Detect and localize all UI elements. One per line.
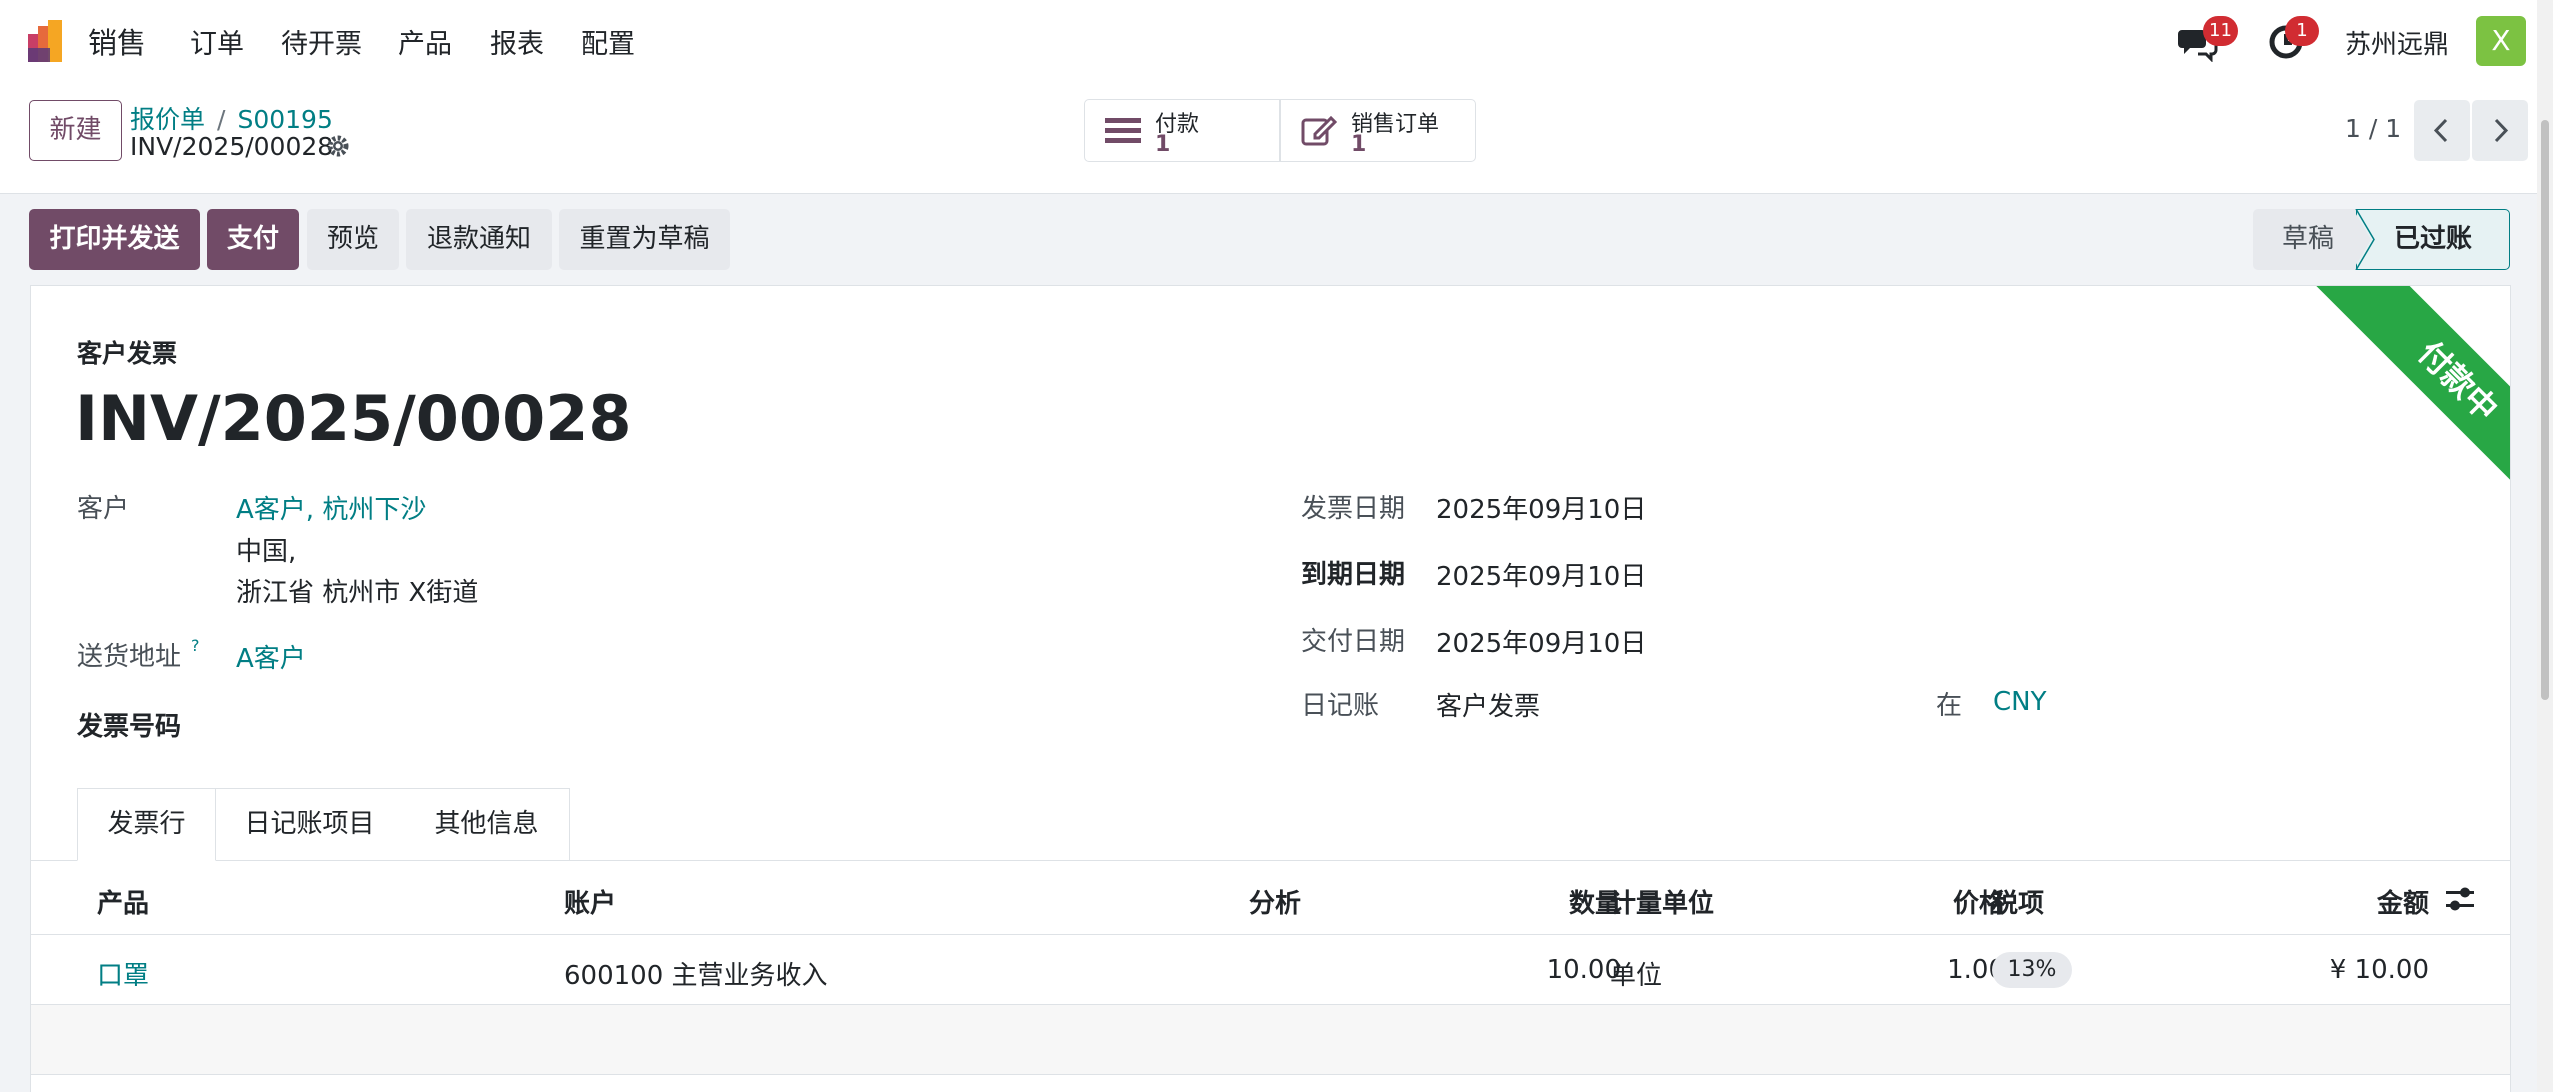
journal-label: 日记账 [1301,691,1380,721]
new-button[interactable]: 新建 [29,100,122,161]
help-tooltip-icon[interactable]: ? [191,636,200,655]
delivery-date-field[interactable]: 2025年09月10日 [1436,623,1646,660]
user-avatar[interactable]: X [2476,16,2526,66]
document-type: 客户发票 [77,339,178,368]
ribbon-label: 付款中 [2300,286,2510,539]
scrollbar-thumb[interactable] [2541,120,2549,700]
smart-button-value: 1 [1351,132,1367,157]
col-taxes[interactable]: 税项 [1992,883,2044,920]
tab-journal-items[interactable]: 日记账项目 [215,788,405,861]
delivery-date-label: 交付日期 [1301,627,1406,657]
menu-to-invoice[interactable]: 待开票 [281,22,362,61]
row-quantity[interactable]: 10.00 [1451,955,1621,985]
menu-products[interactable]: 产品 [398,22,452,61]
print-send-button[interactable]: 打印并发送 [29,209,200,270]
pager-previous-button[interactable] [2414,100,2470,161]
smart-button-value: 1 [1155,132,1171,157]
currency-in-label: 在 [1936,691,1963,721]
status-arrow-separator [2353,209,2375,270]
preview-button[interactable]: 预览 [307,209,399,270]
col-product[interactable]: 产品 [97,883,149,920]
col-uom[interactable]: 计量单位 [1610,883,1714,920]
shipping-address-field[interactable]: A客户 [236,638,306,675]
breadcrumb-separator: / [217,105,226,134]
currency-field[interactable]: CNY [1993,687,2047,717]
reset-to-draft-button[interactable]: 重置为草稿 [559,209,730,270]
row-uom[interactable]: 单位 [1610,955,1662,992]
col-analytic[interactable]: 分析 [1249,883,1301,920]
breadcrumb-order[interactable]: S00195 [237,105,332,134]
invoice-number-title: INV/2025/00028 [75,382,632,455]
list-icon [1105,118,1141,143]
due-date-label: 到期日期 [1301,560,1406,590]
row-amount: ¥ 10.00 [2329,955,2429,985]
menu-orders[interactable]: 订单 [190,22,244,61]
row-price[interactable]: 1.00 [1871,955,2005,985]
tab-other-info[interactable]: 其他信息 [404,788,570,861]
invoice-date-label: 发票日期 [1301,494,1406,524]
table-row[interactable]: 口罩 600100 主营业务收入 10.00 单位 1.00 13% ¥ 10.… [31,935,2510,1005]
menu-reporting[interactable]: 报表 [490,22,544,61]
control-panel: 新建 报价单 / S00195 INV/2025/00028 付款 1 销售订单 1… [0,82,2553,194]
col-amount[interactable]: 金额 [2311,883,2429,920]
row-account[interactable]: 600100 主营业务收入 [564,955,828,992]
chevron-right-icon [2494,118,2509,143]
menu-configuration[interactable]: 配置 [581,22,635,61]
credit-note-button[interactable]: 退款通知 [406,209,552,270]
record-name: INV/2025/00028 [130,132,334,161]
customer-address-line1: 中国, [236,537,297,567]
company-switcher[interactable]: 苏州远鼎 [2345,24,2449,61]
payment-state-ribbon: 付款中 [2238,286,2510,560]
journal-field[interactable]: 客户发票 [1436,686,1540,723]
app-name[interactable]: 销售 [88,20,146,62]
breadcrumb-quotations[interactable]: 报价单 [130,105,205,134]
breadcrumb: 报价单 / S00195 [130,100,333,136]
messages-badge: 11 [2203,16,2238,46]
activities-badge: 1 [2285,16,2319,46]
customer-address-line2: 浙江省 杭州市 X街道 [236,578,479,608]
gear-icon[interactable] [326,134,350,158]
tab-invoice-lines[interactable]: 发票行 [77,788,216,861]
status-draft[interactable]: 草稿 [2253,209,2363,270]
row-tax-tag[interactable]: 13% [1992,952,2072,988]
edit-icon [1301,115,1337,146]
invoice-date-field[interactable]: 2025年09月10日 [1436,489,1646,526]
pager-next-button[interactable] [2472,100,2528,161]
shipping-address-label: 送货地址 [77,642,182,672]
odoo-sales-logo[interactable] [28,20,70,62]
col-account[interactable]: 账户 [564,883,616,920]
pay-button[interactable]: 支付 [207,209,299,270]
invoice-lines-header: 产品 账户 分析 数量 计量单位 价格 税项 金额 [31,861,2510,935]
chevron-left-icon [2433,118,2448,143]
customer-field[interactable]: A客户, 杭州下沙 [236,489,426,526]
add-line-row[interactable] [31,1005,2510,1075]
payment-reference-label: 发票号码 [77,712,182,742]
due-date-field[interactable]: 2025年09月10日 [1436,556,1646,593]
top-navbar: 销售 订单 待开票 产品 报表 配置 11 1 苏州远鼎 X [0,0,2553,82]
customer-label: 客户 [77,494,130,524]
payments-smart-button[interactable]: 付款 1 [1084,99,1280,162]
invoice-sheet: 付款中 客户发票 INV/2025/00028 客户 A客户, 杭州下沙 中国,… [30,285,2511,1092]
pager-value[interactable]: 1 / 1 [2345,114,2401,143]
sales-orders-smart-button[interactable]: 销售订单 1 [1280,99,1476,162]
col-quantity[interactable]: 数量 [1511,883,1621,920]
optional-columns-icon[interactable] [2446,885,2476,913]
row-product[interactable]: 口罩 [97,955,149,992]
col-price[interactable]: 价格 [1871,883,2005,920]
